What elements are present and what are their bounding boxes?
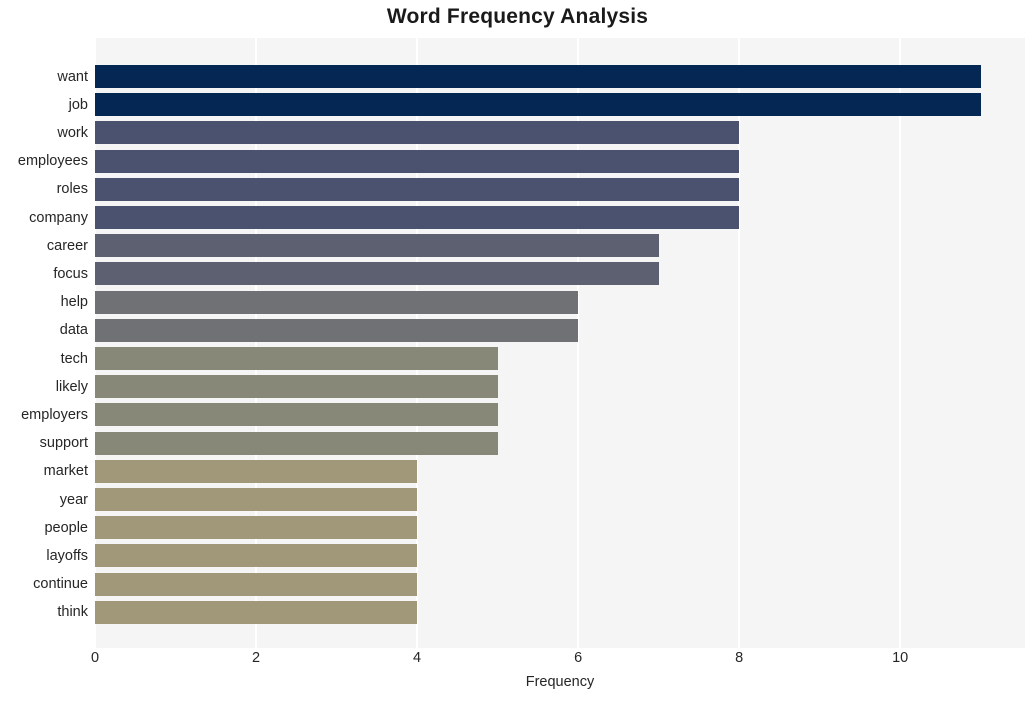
y-tick-label-work: work	[57, 124, 88, 141]
y-tick-label-focus: focus	[53, 265, 88, 282]
plot-area	[95, 38, 1025, 648]
bar	[95, 431, 498, 455]
y-tick-label-data: data	[59, 322, 88, 339]
bar	[95, 206, 740, 229]
y-tick-label-roles: roles	[56, 181, 88, 198]
x-tick-label-0: 0	[90, 650, 100, 666]
bar	[95, 65, 981, 88]
x-axis-title: Frequency	[525, 674, 595, 690]
x-tick-label-8: 8	[735, 650, 744, 666]
bar	[95, 572, 418, 596]
bar	[95, 600, 418, 624]
bar	[95, 177, 740, 201]
bar	[95, 516, 418, 540]
bar	[95, 544, 418, 568]
chart-title: Word Frequency Analysis	[386, 5, 649, 28]
y-tick-label-layoffs: layoffs	[46, 547, 88, 564]
bar	[95, 290, 579, 314]
y-tick-label-employers: employers	[21, 406, 88, 423]
bar	[95, 149, 740, 173]
x-tick-label-2: 2	[251, 650, 261, 666]
y-tick-label-career: career	[46, 237, 88, 254]
y-tick-label-market: market	[43, 463, 88, 480]
bar	[95, 93, 981, 117]
bar	[95, 318, 579, 342]
y-tick-label-support: support	[39, 435, 88, 452]
bars-container	[95, 38, 1025, 648]
y-tick-label-employees: employees	[17, 153, 88, 170]
y-tick-label-continue: continue	[33, 576, 88, 593]
y-axis-tick-labels: want job work employees roles company career fo…	[0, 38, 88, 648]
y-tick-label-tech: tech	[60, 350, 88, 367]
bar	[95, 234, 659, 258]
y-tick-label-year: year	[59, 491, 88, 508]
y-tick-label-help: help	[60, 294, 88, 311]
x-tick-label-6: 6	[574, 650, 583, 666]
y-tick-label-people: people	[44, 519, 88, 536]
bar	[95, 459, 418, 483]
y-tick-label-think: think	[57, 604, 88, 621]
bar	[95, 488, 418, 511]
x-axis-tick-labels: 0 2 4 6 8 10	[0, 650, 1035, 676]
y-tick-label-job: job	[68, 96, 88, 113]
bar	[95, 375, 498, 399]
bar	[95, 121, 740, 145]
x-tick-label-4: 4	[413, 650, 422, 666]
x-tick-label-10: 10	[892, 650, 909, 666]
bar	[95, 347, 498, 370]
bar	[95, 403, 498, 427]
y-tick-label-want: want	[57, 68, 88, 85]
bar	[95, 262, 659, 286]
y-tick-label-company: company	[29, 209, 88, 226]
y-tick-label-likely: likely	[55, 378, 88, 395]
word-frequency-bar-chart: Word Frequency Analysis want job work emplo…	[0, 0, 1035, 701]
